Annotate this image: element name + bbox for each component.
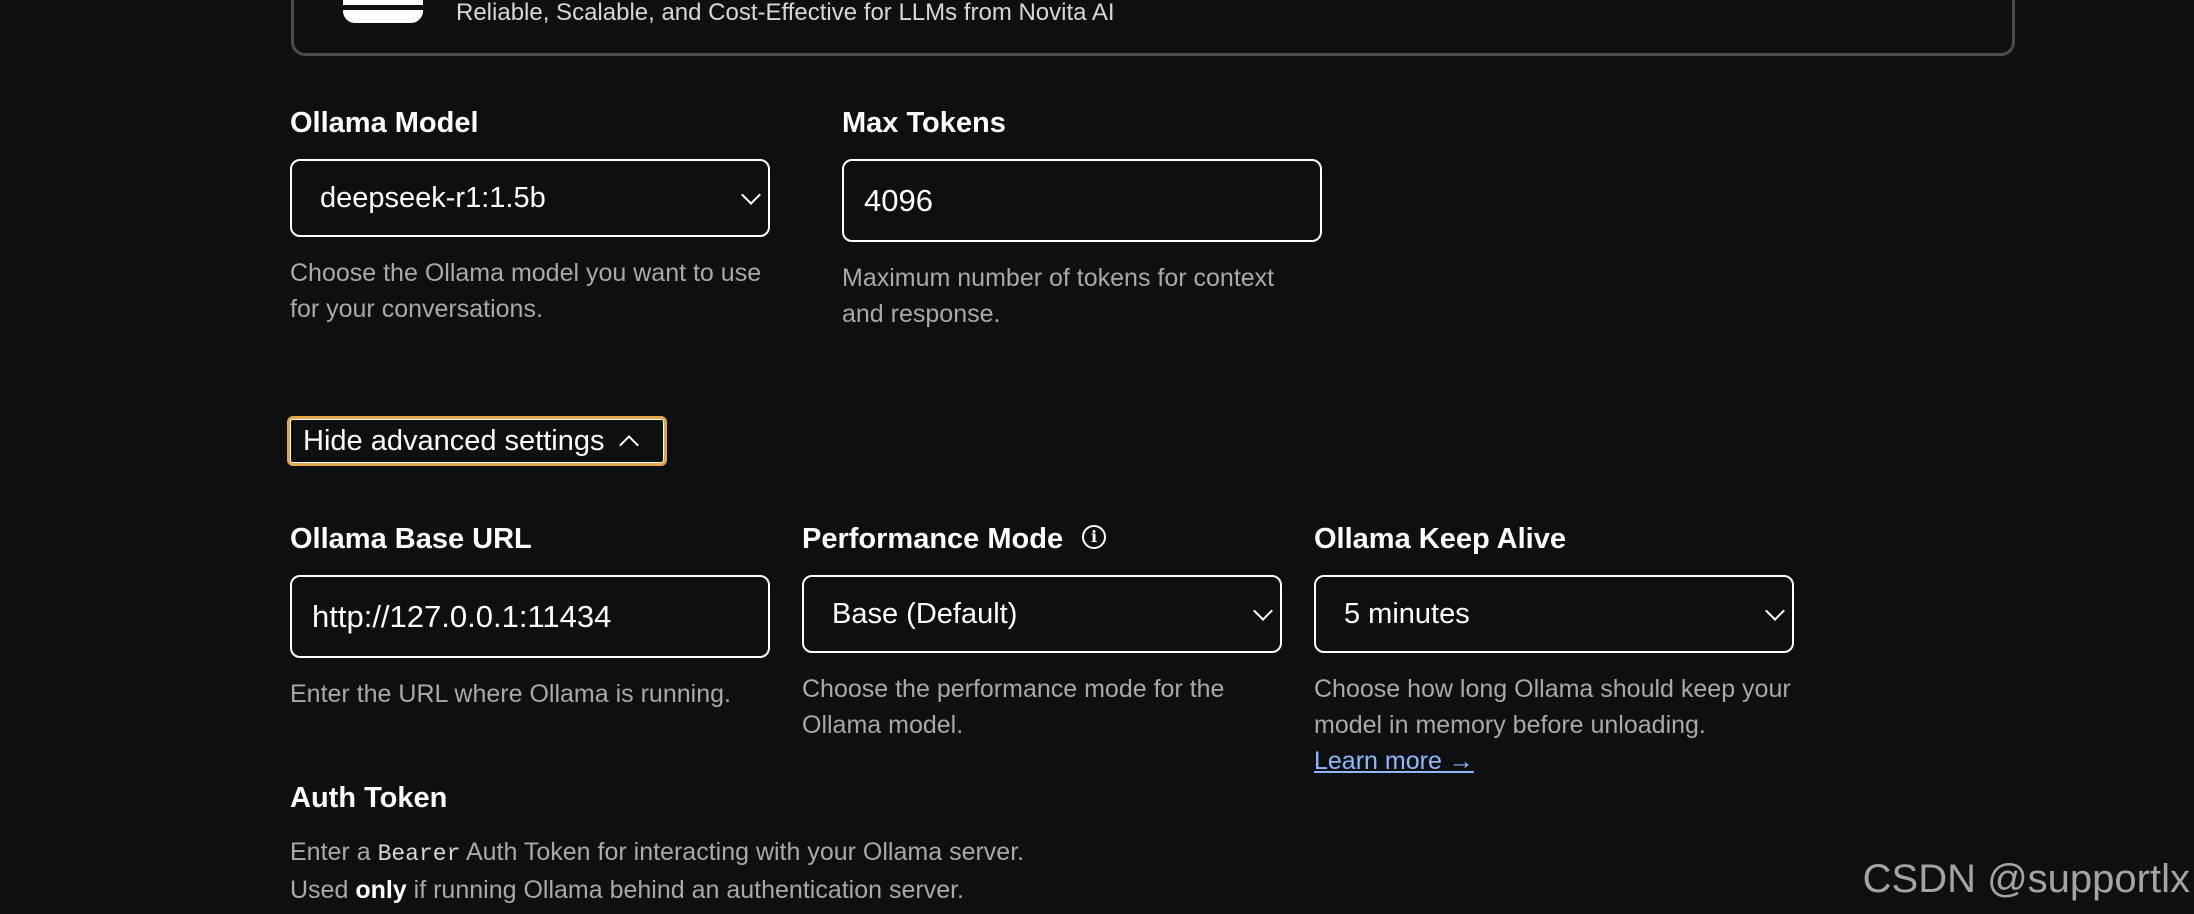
max-tokens-help: Maximum number of tokens for context and… xyxy=(842,264,1275,328)
provider-card[interactable]: Reliable, Scalable, and Cost-Effective f… xyxy=(291,0,2015,56)
provider-description: Reliable, Scalable, and Cost-Effective f… xyxy=(456,0,1115,26)
auth-token-help2-bold: only xyxy=(355,876,407,904)
base-url-label: Ollama Base URL xyxy=(290,523,532,555)
base-url-input[interactable] xyxy=(290,575,770,658)
chevron-down-icon xyxy=(741,185,761,205)
keep-alive-value: 5 minutes xyxy=(1344,597,1470,630)
chevron-up-icon xyxy=(619,435,640,455)
keep-alive-select[interactable]: 5 minutes xyxy=(1314,575,1794,653)
chevron-down-icon xyxy=(1253,601,1273,621)
learn-more-link[interactable]: Learn more → xyxy=(1314,747,1474,775)
auth-token-help2-prefix: Used xyxy=(290,876,356,904)
ollama-model-help: Choose the Ollama model you want to use … xyxy=(290,259,762,323)
max-tokens-input[interactable] xyxy=(842,159,1322,242)
max-tokens-label: Max Tokens xyxy=(842,107,1006,139)
keep-alive-help: Choose how long Ollama should keep your … xyxy=(1314,671,1804,779)
csdn-watermark: CSDN @supportlx xyxy=(1862,857,2190,901)
ollama-model-value: deepseek-r1:1.5b xyxy=(320,181,546,214)
performance-mode-help: Choose the performance mode for the Olla… xyxy=(802,675,1225,739)
bearer-code: Bearer xyxy=(377,841,461,867)
ollama-model-select[interactable]: deepseek-r1:1.5b xyxy=(290,159,770,237)
chevron-down-icon xyxy=(1765,601,1785,621)
ollama-model-label: Ollama Model xyxy=(290,107,479,139)
keep-alive-help-text: Choose how long Ollama should keep your … xyxy=(1314,675,1791,739)
performance-mode-select[interactable]: Base (Default) xyxy=(802,575,1282,653)
provider-logo-icon xyxy=(343,0,423,23)
advanced-toggle-label: Hide advanced settings xyxy=(303,424,605,457)
keep-alive-label: Ollama Keep Alive xyxy=(1314,523,1566,555)
auth-token-label: Auth Token xyxy=(290,782,448,814)
auth-token-help-suffix: Auth Token for interacting with your Oll… xyxy=(460,838,1025,866)
auth-token-help-prefix: Enter a xyxy=(290,838,378,866)
base-url-help: Enter the URL where Ollama is running. xyxy=(290,680,731,708)
performance-mode-value: Base (Default) xyxy=(832,597,1018,630)
auth-token-help2-suffix: if running Ollama behind an authenticati… xyxy=(406,876,965,904)
auth-token-help: Enter a Bearer Auth Token for interactin… xyxy=(290,834,1390,908)
hide-advanced-settings-button[interactable]: Hide advanced settings xyxy=(287,416,667,466)
info-icon[interactable]: i xyxy=(1082,525,1106,549)
performance-mode-label: Performance Mode xyxy=(802,523,1064,555)
